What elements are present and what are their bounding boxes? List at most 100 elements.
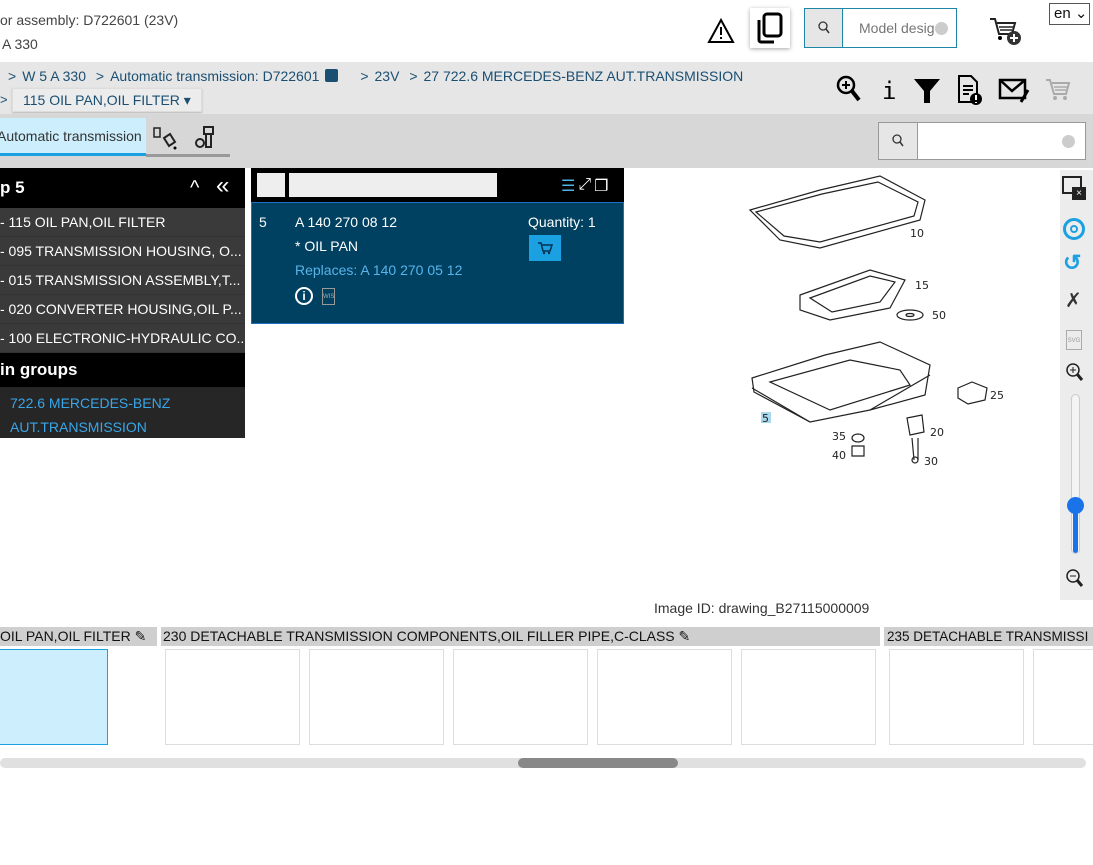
label-5[interactable]: 5	[762, 412, 769, 425]
info-icon[interactable]: i	[876, 75, 898, 105]
edit-icon[interactable]: ✎	[679, 628, 691, 644]
thumbnail[interactable]	[741, 649, 876, 745]
label-20[interactable]: 20	[930, 426, 944, 439]
mail-edit-icon[interactable]	[998, 76, 1030, 104]
history-icon[interactable]: ↺	[1063, 250, 1081, 276]
main-group-link[interactable]: 722.6 MERCEDES-BENZ AUT.TRANSMISSION	[0, 387, 245, 439]
sidebar-item[interactable]: - 095 TRANSMISSION HOUSING, O...	[0, 237, 245, 266]
nut-25	[957, 381, 988, 405]
plug-40	[851, 445, 865, 457]
sidebar-item[interactable]: - 015 TRANSMISSION ASSEMBLY,T...	[0, 266, 245, 295]
breadcrumb-item[interactable]: 23V	[375, 68, 400, 84]
label-30[interactable]: 30	[924, 455, 938, 468]
label-50[interactable]: 50	[932, 309, 946, 322]
thumb-group-header: OIL PAN,OIL FILTER ✎	[0, 627, 157, 646]
parts-search	[878, 122, 1086, 160]
label-15[interactable]: 15	[915, 279, 929, 292]
parts-drawing[interactable]: 10 15 50 5 25 35 20 40 30	[740, 170, 1040, 470]
zoom-out-icon[interactable]	[1065, 568, 1085, 590]
bolt-nut-icon[interactable]	[192, 124, 218, 155]
image-id: Image ID: drawing_B27115000009	[654, 600, 870, 616]
svg-text:i: i	[882, 77, 896, 105]
tab-automatic-transmission[interactable]: Automatic transmission	[0, 118, 146, 156]
quantity: Quantity: 1	[528, 214, 596, 230]
sleeve-20	[906, 414, 925, 436]
search-icon[interactable]	[805, 9, 843, 47]
clear-icon[interactable]	[935, 22, 948, 35]
cart-add-icon[interactable]	[988, 16, 1022, 49]
cart-icon	[538, 242, 553, 255]
thumb-group-header: 235 DETACHABLE TRANSMISSI	[884, 627, 1093, 646]
breadcrumb: > W 5 A 330 > Automatic transmission: D722…	[8, 68, 744, 84]
breadcrumb-item[interactable]: W 5 A 330	[22, 68, 86, 84]
thumb-group-header: 230 DETACHABLE TRANSMISSION COMPONENTS,O…	[161, 627, 880, 646]
sidebar-header: p 5 ^ «	[0, 168, 245, 208]
breadcrumb-item[interactable]: 27 722.6 MERCEDES-BENZ AUT.TRANSMISSION	[424, 68, 744, 84]
collapse-up-icon[interactable]: ^	[190, 168, 199, 208]
language-select[interactable]: en ⌄	[1049, 3, 1090, 25]
copy-icon	[757, 12, 783, 44]
label-40[interactable]: 40	[832, 449, 846, 462]
document-alert-icon[interactable]	[956, 74, 984, 106]
main-groups-heading: in groups	[0, 353, 245, 387]
clear-icon[interactable]	[1062, 135, 1075, 148]
copy-icon[interactable]	[325, 69, 339, 82]
horizontal-scrollbar[interactable]	[0, 758, 1086, 768]
close-window-icon[interactable]: ×	[1062, 176, 1086, 200]
parts-panel: ☰ ⤢ ❐ 5 A 140 270 08 12 * OIL PAN Replaces…	[251, 168, 624, 324]
model-search	[804, 8, 957, 48]
sidebar-item[interactable]: - 020 CONVERTER HOUSING,OIL P...	[0, 295, 245, 324]
edit-icon[interactable]: ✎	[135, 628, 147, 644]
thumbnail[interactable]	[889, 649, 1024, 745]
paint-icon[interactable]	[152, 124, 178, 155]
expand-icon[interactable]: ⤢	[578, 176, 591, 196]
thumbnail-selected[interactable]	[0, 649, 108, 745]
drawing-toolbar: × ↺ ✗ SVG	[1060, 170, 1093, 600]
zoom-slider-thumb[interactable]	[1067, 496, 1084, 514]
breadcrumb-item[interactable]: Automatic transmission: D722601	[110, 68, 319, 84]
copy-icon[interactable]: ❐	[594, 176, 608, 196]
part-number: A 140 270 08 12	[295, 214, 397, 230]
filter-box[interactable]	[257, 173, 285, 197]
model-search-input[interactable]	[843, 9, 943, 47]
sidebar: p 5 ^ « - 115 OIL PAN,OIL FILTER - 095 T…	[0, 168, 245, 438]
part-row[interactable]: 5 A 140 270 08 12 * OIL PAN Replaces: A …	[251, 202, 624, 324]
warning-icon[interactable]	[706, 16, 736, 46]
thumbnail[interactable]	[165, 649, 300, 745]
scrollbar-thumb[interactable]	[518, 758, 678, 768]
info-icon[interactable]: i	[295, 287, 313, 305]
unpin-icon[interactable]: ✗	[1065, 288, 1082, 313]
sidebar-item[interactable]: - 115 OIL PAN,OIL FILTER	[0, 208, 245, 237]
thumbnail[interactable]	[309, 649, 444, 745]
parts-search-input[interactable]	[918, 123, 1062, 159]
label-25[interactable]: 25	[990, 389, 1004, 402]
parts-filter-input[interactable]	[289, 173, 497, 197]
cart-icon[interactable]	[1044, 77, 1072, 103]
thumbnail[interactable]	[597, 649, 732, 745]
thumbnail[interactable]	[453, 649, 588, 745]
wis-document-icon[interactable]: WIS	[322, 288, 335, 305]
thumbnail[interactable]	[1033, 649, 1093, 745]
oil-pan-5	[751, 341, 931, 423]
assembly-title: or assembly: D722601 (23V)	[0, 12, 179, 28]
clip-35	[851, 433, 865, 443]
zoom-in-icon[interactable]	[836, 75, 862, 105]
washer-50	[896, 309, 924, 321]
collapse-left-icon[interactable]: «	[216, 166, 229, 206]
search-icon[interactable]	[879, 123, 918, 159]
sidebar-item[interactable]: - 100 ELECTRONIC-HYDRAULIC CO...	[0, 324, 245, 353]
part-name: * OIL PAN	[295, 238, 359, 254]
target-icon[interactable]	[1063, 218, 1085, 240]
label-35[interactable]: 35	[832, 430, 846, 443]
list-icon[interactable]: ☰	[561, 176, 575, 196]
replaces[interactable]: Replaces: A 140 270 05 12	[295, 262, 462, 278]
filter-icon[interactable]	[912, 75, 942, 105]
svg-export-icon[interactable]: SVG	[1066, 330, 1082, 350]
subgroup-dropdown[interactable]: 115 OIL PAN,OIL FILTER ▾	[12, 88, 202, 112]
zoom-slider[interactable]	[1067, 394, 1084, 554]
label-10[interactable]: 10	[910, 227, 924, 240]
zoom-in-icon[interactable]	[1065, 362, 1085, 384]
model-title: A 330	[2, 36, 38, 52]
add-to-cart-button[interactable]	[529, 235, 561, 261]
copy-button[interactable]	[750, 8, 790, 48]
